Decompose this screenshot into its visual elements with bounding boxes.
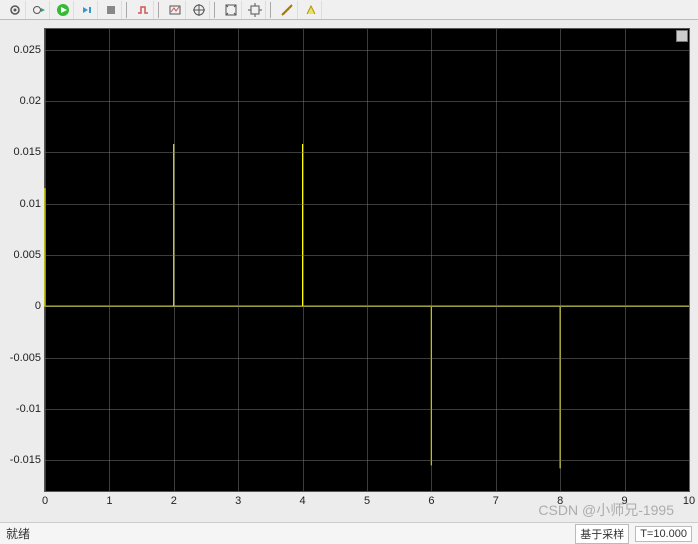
grid-line [238,29,239,491]
x-tick-label: 10 [683,495,695,507]
grid-line [45,101,689,102]
grid-line [45,50,689,51]
grid-line [625,29,626,491]
x-tick-label: 7 [493,495,499,507]
x-tick-label: 1 [106,495,112,507]
x-tick-label: 6 [428,495,434,507]
y-tick-label: 0.025 [13,44,41,56]
toolbar [0,0,698,20]
grid-line [367,29,368,491]
grid-line [45,409,689,410]
y-tick-label: 0.005 [13,249,41,261]
grid-line [45,460,689,461]
separator-icon [158,2,160,18]
zoom-fit-icon[interactable] [220,1,242,19]
grid-line [45,204,689,205]
x-tick-label: 4 [300,495,306,507]
grid-line [45,152,689,153]
separator-icon [126,2,128,18]
y-tick-label: 0.015 [13,146,41,158]
grid-line [689,29,690,491]
y-tick-label: 0.02 [20,95,41,107]
target-icon[interactable] [188,1,210,19]
grid-line [303,29,304,491]
y-tick-label: 0.01 [20,198,41,210]
x-tick-label: 3 [235,495,241,507]
grid-line [496,29,497,491]
separator-icon [270,2,272,18]
x-tick-label: 2 [171,495,177,507]
y-tick-label: -0.005 [10,352,41,364]
grid-line [45,29,46,491]
measure-icon[interactable] [276,1,298,19]
y-tick-label: -0.015 [10,454,41,466]
status-bar: 就绪 基于采样 T=10.000 [0,522,698,544]
gear-play-icon[interactable] [28,1,50,19]
grid-line [45,358,689,359]
grid-line [431,29,432,491]
grid-line [560,29,561,491]
step-icon[interactable] [76,1,98,19]
status-sample: 基于采样 [575,524,629,544]
stop-icon[interactable] [100,1,122,19]
grid-line [45,306,689,307]
x-tick-label: 0 [42,495,48,507]
y-tick-label: -0.01 [16,403,41,415]
status-ready: 就绪 [6,525,30,542]
highlight-icon[interactable] [300,1,322,19]
scope-icon[interactable] [164,1,186,19]
scope-chart[interactable]: 012345678910-0.015-0.01-0.00500.0050.010… [44,28,690,492]
zoom-xy-icon[interactable] [244,1,266,19]
gear-icon[interactable] [4,1,26,19]
signal-icon[interactable] [132,1,154,19]
x-tick-label: 5 [364,495,370,507]
y-tick-label: 0 [35,300,41,312]
play-icon[interactable] [52,1,74,19]
status-time: T=10.000 [635,526,692,542]
grid-line [45,255,689,256]
grid-line [174,29,175,491]
separator-icon [214,2,216,18]
x-tick-label: 8 [557,495,563,507]
plot-area: 0 1 2 3 4 5 6 7 8 9 10 -0.015 -0.01 -0.005 0 0.005 0.01 0… [0,20,698,522]
grid-line [109,29,110,491]
x-tick-label: 9 [622,495,628,507]
